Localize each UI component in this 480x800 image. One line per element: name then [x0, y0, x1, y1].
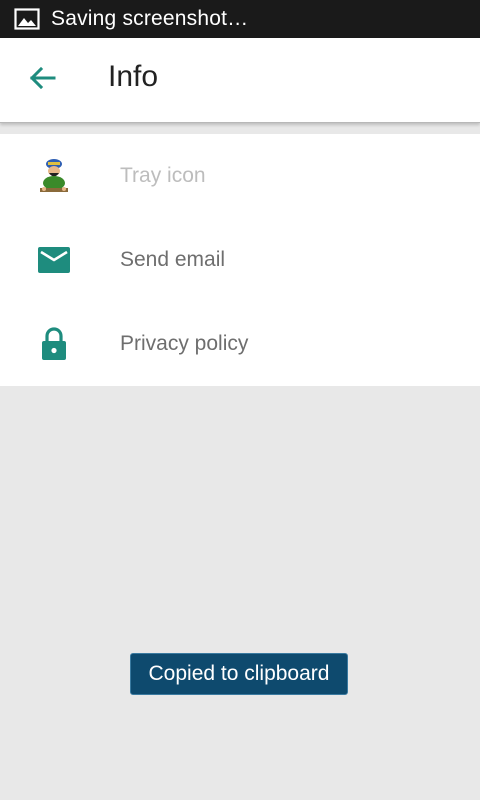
tray-icon-label: Tray icon — [120, 164, 206, 187]
toast-message: Copied to clipboard — [130, 653, 348, 695]
list-item-tray-icon[interactable]: Tray icon — [0, 134, 480, 218]
envelope-icon — [34, 240, 74, 280]
back-button[interactable] — [24, 62, 60, 98]
send-email-label: Send email — [120, 248, 226, 271]
list-item-privacy-policy[interactable]: Privacy policy — [0, 302, 480, 386]
arrow-back-icon — [28, 66, 56, 95]
status-text: Saving screenshot… — [51, 7, 249, 30]
status-bar: Saving screenshot… — [0, 0, 480, 38]
info-list: Tray icon Send email Privacy policy — [0, 134, 480, 386]
tray-character-icon — [34, 156, 74, 196]
page-title: Info — [108, 60, 159, 93]
lock-icon — [34, 324, 74, 364]
privacy-policy-label: Privacy policy — [120, 332, 249, 355]
image-icon — [14, 8, 40, 30]
list-item-send-email[interactable]: Send email — [0, 218, 480, 302]
app-bar: Info — [0, 38, 480, 123]
